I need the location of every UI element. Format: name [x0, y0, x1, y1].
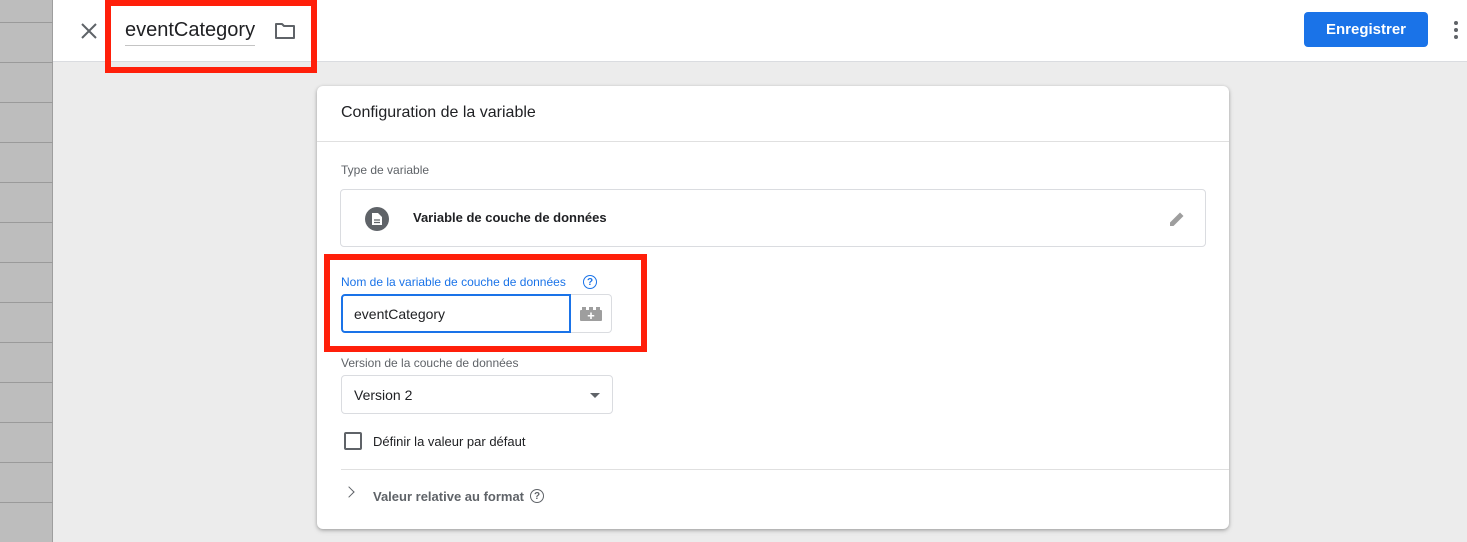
pencil-icon[interactable]	[1165, 207, 1189, 231]
document-icon	[365, 207, 389, 231]
more-vert-icon	[1454, 21, 1458, 25]
close-button[interactable]	[73, 15, 105, 47]
more-options-button[interactable]	[1446, 14, 1466, 46]
save-button[interactable]: Enregistrer	[1304, 12, 1428, 47]
strip-divider	[0, 422, 53, 423]
brick-add-icon	[580, 306, 602, 321]
folder-icon	[275, 23, 295, 39]
close-icon	[81, 23, 97, 39]
strip-divider	[0, 222, 53, 223]
selected-version: Version 2	[354, 387, 413, 403]
card-title: Configuration de la variable	[317, 86, 1229, 142]
variable-type-label: Type de variable	[341, 163, 430, 177]
variable-type-selector[interactable]: Variable de couche de données	[340, 189, 1206, 247]
strip-divider	[0, 142, 53, 143]
strip-divider	[0, 342, 53, 343]
strip-divider	[0, 502, 53, 503]
page-title[interactable]: eventCategory	[125, 17, 256, 46]
format-value-label: Valeur relative au format	[373, 489, 525, 504]
top-bar: eventCategory Enregistrer	[53, 0, 1467, 62]
default-value-label[interactable]: Définir la valeur par défaut	[373, 434, 525, 449]
folder-button[interactable]	[273, 19, 297, 43]
strip-divider	[0, 382, 53, 383]
strip-divider	[0, 262, 53, 263]
strip-divider	[0, 462, 53, 463]
default-value-checkbox[interactable]	[344, 432, 362, 450]
variable-type-name: Variable de couche de données	[413, 210, 607, 225]
strip-divider	[0, 302, 53, 303]
more-vert-icon-dot	[1454, 35, 1458, 39]
datalayer-version-label: Version de la couche de données	[341, 356, 519, 370]
datalayer-version-select[interactable]: Version 2	[341, 375, 613, 414]
strip-divider	[0, 182, 53, 183]
variable-picker-button[interactable]	[571, 294, 612, 333]
section-divider	[341, 469, 1229, 470]
help-icon[interactable]: ?	[583, 275, 597, 289]
strip-divider	[0, 62, 53, 63]
chevron-right-icon	[343, 486, 355, 498]
datalayer-name-input[interactable]	[341, 294, 571, 333]
dropdown-arrow-icon	[590, 393, 600, 398]
background-list-strip	[0, 0, 53, 542]
datalayer-name-label: Nom de la variable de couche de données	[341, 275, 566, 289]
variable-name-title[interactable]: eventCategory	[125, 17, 256, 47]
help-icon[interactable]: ?	[530, 489, 544, 503]
strip-divider	[0, 22, 53, 23]
more-vert-icon-dot	[1454, 28, 1458, 32]
strip-divider	[0, 102, 53, 103]
variable-config-card: Configuration de la variable Type de var…	[317, 86, 1229, 529]
